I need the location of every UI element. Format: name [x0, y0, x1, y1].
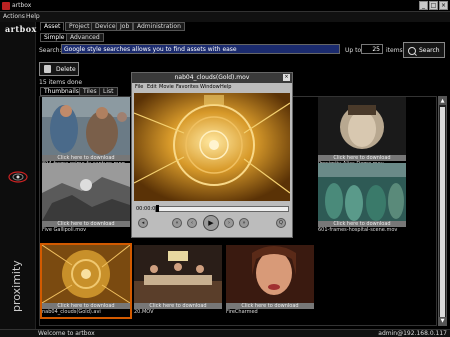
subtab-advanced[interactable]: Advanced — [66, 33, 104, 42]
status-user: admin@192.168.0.117 — [378, 330, 447, 337]
search-button-label: Search — [419, 47, 440, 54]
thumbnail-image — [318, 163, 406, 221]
player-menu-favorites[interactable]: Favorites — [176, 83, 199, 91]
tab-tiles[interactable]: Tiles — [79, 87, 101, 96]
tab-thumbnails[interactable]: Thumbnails — [40, 87, 83, 96]
delete-button[interactable]: Delete — [39, 62, 79, 76]
tab-asset[interactable]: Asset — [40, 22, 65, 31]
tab-administration[interactable]: Administration — [133, 22, 185, 31]
player-menu-edit[interactable]: Edit — [147, 83, 157, 91]
brand-vertical: proximity — [10, 260, 23, 312]
thumbnail-item[interactable]: Click here to download FireCharmed — [226, 245, 314, 317]
thumbnail-item[interactable]: Click here to download Five Gallipoli.mo… — [42, 163, 130, 235]
delete-button-label: Delete — [56, 66, 76, 73]
rewind-icon[interactable]: « — [172, 218, 182, 228]
app-icon — [2, 2, 10, 10]
menu-actions[interactable]: Actions — [3, 13, 25, 20]
thumbnail-item[interactable]: Click here to download 601-frames-hospit… — [318, 163, 406, 235]
scroll-up-icon[interactable]: ▲ — [439, 97, 446, 105]
player-menu-file[interactable]: File — [135, 83, 143, 91]
fast-forward-icon[interactable]: » — [239, 218, 249, 228]
play-icon[interactable]: ▶ — [203, 215, 219, 231]
thumbnail-image — [226, 245, 314, 303]
maximize-button[interactable]: □ — [429, 1, 438, 10]
player-menu-window[interactable]: Window — [200, 83, 220, 91]
thumbnail-caption: 20.MOV — [134, 309, 154, 315]
thumbnail-image — [318, 97, 406, 155]
playback-scrubber[interactable] — [155, 205, 289, 212]
tab-job[interactable]: Job — [116, 22, 134, 31]
player-close-button[interactable]: × — [283, 74, 290, 81]
upto-spinner[interactable]: 25 — [361, 44, 383, 54]
volume-icon[interactable]: ◂ — [138, 218, 148, 228]
artbox-logo: artbox — [5, 24, 37, 34]
step-back-icon[interactable]: ‹ — [187, 218, 197, 228]
player-menu-help[interactable]: Help — [220, 83, 231, 91]
grid-scrollbar[interactable]: ▲ ▼ — [438, 96, 447, 326]
upto-label: Up to — [345, 47, 362, 54]
thumbnail-caption: FireCharmed — [226, 309, 258, 315]
thumbnail-caption: 601-frames-hospital-scene.mov — [318, 227, 398, 233]
result-count: 15 items done — [39, 79, 83, 86]
status-message: Welcome to artbox — [38, 330, 95, 337]
thumbnail-image — [134, 245, 222, 303]
scrollbar-thumb[interactable] — [440, 107, 445, 317]
scrubber-handle[interactable] — [156, 205, 159, 212]
search-button[interactable]: Search — [403, 42, 445, 58]
player-menu-bar: File Edit Movie Favorites Window Help — [132, 83, 292, 91]
thumbnail-image — [42, 97, 130, 155]
thumbnail-caption: Five Gallipoli.mov — [42, 227, 87, 233]
left-sidebar: artbox proximity — [0, 22, 36, 329]
search-label: Search: — [39, 47, 62, 54]
items-label: items — [386, 47, 403, 54]
player-title: nab04_clouds(Gold).mov — [132, 73, 292, 83]
window-title: artbox — [12, 2, 32, 9]
thumbnail-image — [42, 163, 130, 221]
proximity-emblem-icon — [8, 171, 28, 183]
player-menu-movie[interactable]: Movie — [159, 83, 174, 91]
thumbnail-item[interactable]: Click here to download 894-frame-prime-f… — [42, 97, 130, 169]
minimize-button[interactable]: _ — [419, 1, 428, 10]
video-frame — [134, 93, 290, 201]
player-controls: ◂ « ‹ ▶ › » Q — [132, 214, 292, 236]
thumbnail-item[interactable]: Click here to download Proximity Alias D… — [318, 97, 406, 169]
thumbnail-image — [42, 245, 130, 303]
search-input[interactable]: Google style searches allows you to find… — [61, 44, 340, 54]
tab-project[interactable]: Project — [65, 22, 94, 31]
qt-logo-icon: Q — [276, 218, 286, 228]
tab-list[interactable]: List — [99, 87, 118, 96]
menu-bar: Actions Help — [0, 12, 450, 22]
search-icon — [408, 47, 416, 55]
media-player-window[interactable]: nab04_clouds(Gold).mov × File Edit Movie… — [131, 72, 293, 238]
close-button[interactable]: × — [439, 1, 448, 10]
scroll-down-icon[interactable]: ▼ — [439, 317, 446, 325]
thumbnail-caption: nab04_clouds(Gold).avi — [42, 309, 101, 315]
thumbnail-item[interactable]: Click here to download 20.MOV — [134, 245, 222, 317]
status-bar: Welcome to artbox admin@192.168.0.117 — [0, 329, 450, 337]
step-forward-icon[interactable]: › — [224, 218, 234, 228]
title-bar: artbox _ □ × — [0, 0, 450, 12]
trash-icon — [44, 65, 51, 73]
subtab-simple[interactable]: Simple — [40, 33, 69, 42]
thumbnail-item[interactable]: Click here to download nab04_clouds(Gold… — [40, 243, 132, 319]
menu-help[interactable]: Help — [26, 13, 40, 20]
